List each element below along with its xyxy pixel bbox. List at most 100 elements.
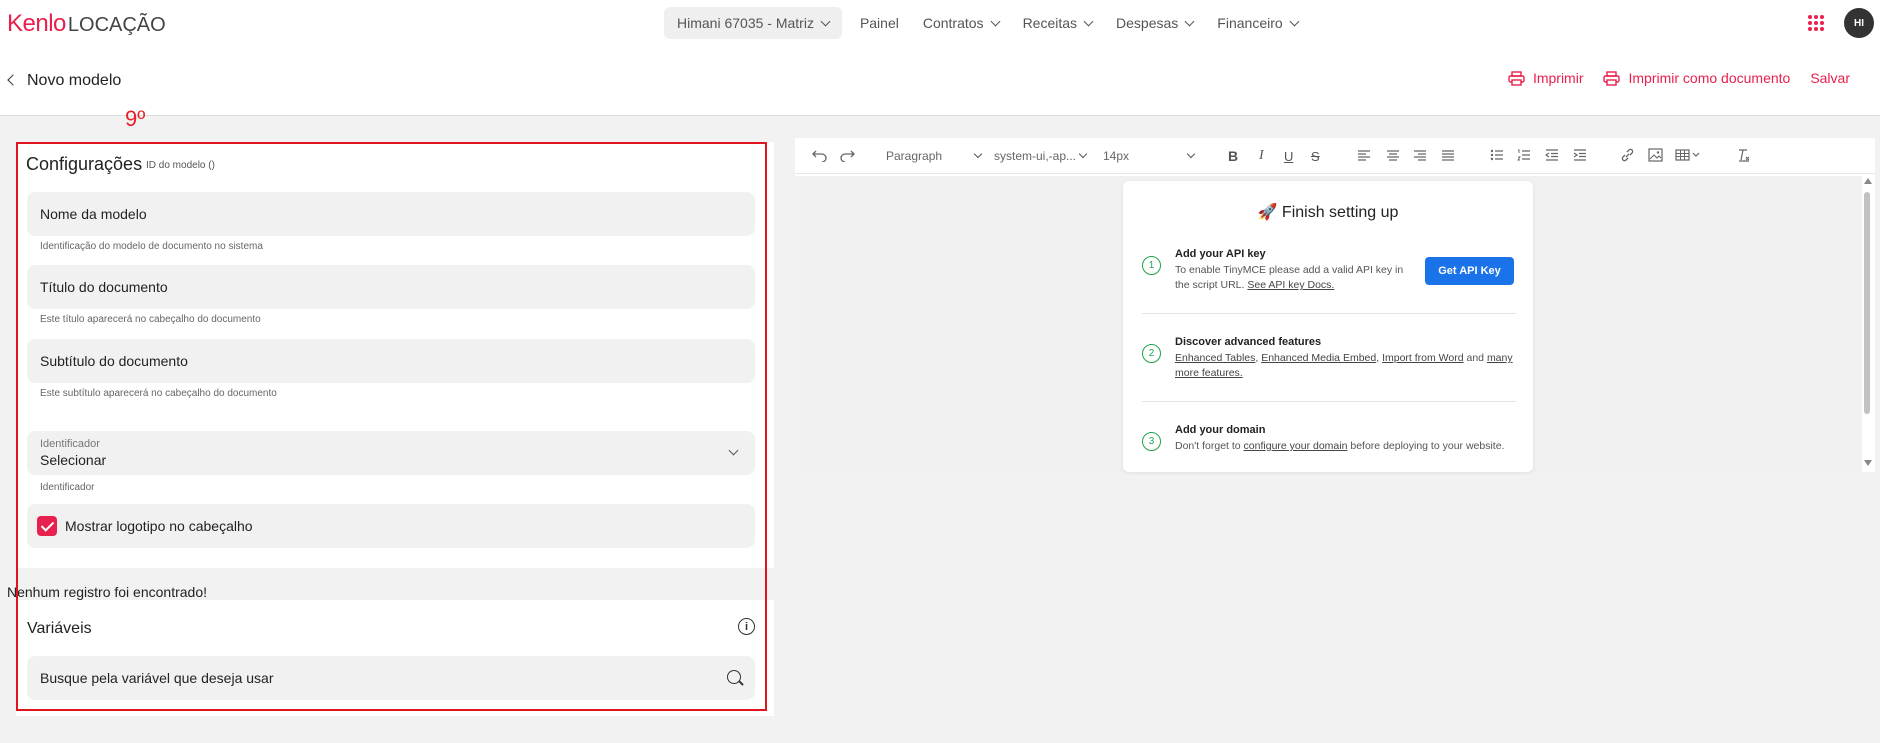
step-text: the script URL. bbox=[1175, 279, 1245, 291]
step-text: and bbox=[1466, 352, 1485, 364]
identifier-select[interactable]: Identificador Selecionar bbox=[27, 431, 755, 475]
align-right-icon[interactable] bbox=[1413, 149, 1427, 161]
bold-icon[interactable]: B bbox=[1228, 147, 1238, 165]
model-name-input[interactable]: Nome da modelo bbox=[27, 192, 755, 236]
font-family-select[interactable]: system-ui,-ap... bbox=[994, 147, 1088, 165]
chevron-down-icon bbox=[973, 149, 983, 159]
nav-item-despesas[interactable]: Despesas bbox=[1104, 7, 1205, 39]
enhanced-media-link[interactable]: Enhanced Media Embed bbox=[1261, 352, 1376, 364]
redo-icon[interactable] bbox=[839, 148, 855, 162]
indent-icon[interactable] bbox=[1573, 149, 1587, 161]
font-family-label: system-ui,-ap... bbox=[994, 149, 1077, 163]
step-text: To enable TinyMCE please add a valid API… bbox=[1175, 264, 1404, 276]
printer-icon bbox=[1508, 71, 1525, 86]
nav-item-contratos[interactable]: Contratos bbox=[911, 7, 1011, 39]
show-logo-checkbox[interactable] bbox=[37, 516, 57, 536]
chevron-down-icon bbox=[1083, 16, 1094, 26]
image-icon[interactable] bbox=[1648, 148, 1663, 162]
save-button[interactable]: Salvar bbox=[1810, 70, 1850, 86]
import-word-link[interactable]: Import from Word bbox=[1382, 352, 1464, 364]
font-size-select[interactable]: 14px bbox=[1103, 147, 1196, 165]
numbered-list-icon[interactable] bbox=[1517, 149, 1531, 161]
divider bbox=[1142, 401, 1516, 402]
more-features-link[interactable]: many bbox=[1487, 352, 1513, 364]
align-center-icon[interactable] bbox=[1386, 149, 1400, 161]
divider bbox=[1142, 313, 1516, 314]
document-subtitle-input[interactable]: Subtítulo do documento bbox=[27, 339, 755, 383]
print-label: Imprimir bbox=[1532, 70, 1584, 86]
nav-item-receitas[interactable]: Receitas bbox=[1011, 7, 1104, 39]
align-left-icon[interactable] bbox=[1357, 149, 1371, 161]
print-document-button[interactable]: Imprimir como documento bbox=[1603, 70, 1790, 86]
get-api-key-button[interactable]: Get API Key bbox=[1425, 257, 1514, 285]
underline-icon[interactable]: U bbox=[1284, 147, 1293, 165]
printer-icon bbox=[1603, 71, 1621, 86]
avatar[interactable]: HI bbox=[1844, 8, 1874, 38]
show-logo-label: Mostrar logotipo no cabeçalho bbox=[65, 518, 253, 534]
table-icon[interactable] bbox=[1675, 149, 1701, 161]
nav-item-painel[interactable]: Painel bbox=[848, 7, 911, 39]
scroll-up-icon[interactable] bbox=[1864, 178, 1872, 184]
step-title: Add your domain bbox=[1175, 424, 1266, 436]
block-format-label: Paragraph bbox=[886, 149, 943, 163]
nav-item-financeiro[interactable]: Financeiro bbox=[1205, 7, 1309, 39]
editor-scrollbar[interactable] bbox=[1862, 176, 1874, 472]
nav-label: Despesas bbox=[1116, 15, 1179, 31]
logo-brand: Kenlo bbox=[7, 10, 66, 37]
bullet-list-icon[interactable] bbox=[1490, 149, 1504, 161]
align-justify-icon[interactable] bbox=[1441, 149, 1455, 161]
setup-dialog: 🚀 Finish setting up 1 Add your API key T… bbox=[1123, 181, 1533, 472]
print-button[interactable]: Imprimir bbox=[1508, 70, 1584, 86]
outdent-icon[interactable] bbox=[1545, 149, 1559, 161]
strikethrough-icon[interactable]: S bbox=[1311, 147, 1320, 165]
info-icon[interactable]: i bbox=[738, 618, 755, 635]
chevron-down-icon bbox=[1289, 16, 1300, 26]
main-nav: Himani 67035 - Matriz Painel Contratos R… bbox=[664, 7, 1310, 39]
clear-formatting-icon[interactable] bbox=[1736, 148, 1750, 162]
nav-label: Painel bbox=[859, 15, 899, 31]
app-logo[interactable]: Kenlo LOCAÇÃO bbox=[7, 10, 166, 38]
page-actions: Imprimir Imprimir como documento Salvar bbox=[1508, 70, 1850, 86]
empty-message: Nenhum registro foi encontrado! bbox=[7, 584, 207, 600]
step-text: Don't forget to bbox=[1175, 440, 1241, 452]
api-docs-link[interactable]: See API key Docs. bbox=[1247, 279, 1334, 291]
identifier-value: Selecionar bbox=[40, 452, 107, 468]
search-icon[interactable] bbox=[727, 670, 741, 684]
show-logo-row: Mostrar logotipo no cabeçalho bbox=[27, 504, 755, 548]
scroll-thumb[interactable] bbox=[1864, 192, 1870, 414]
step-number: 3 bbox=[1142, 432, 1161, 451]
nav-label: Receitas bbox=[1022, 15, 1078, 31]
block-format-select[interactable]: Paragraph bbox=[886, 147, 983, 165]
step-number: 2 bbox=[1142, 344, 1161, 363]
setup-title: 🚀 Finish setting up bbox=[1257, 204, 1399, 221]
font-size-label: 14px bbox=[1103, 149, 1130, 163]
document-title-hint: Este título aparecerá no cabeçalho do do… bbox=[40, 314, 261, 325]
identifier-hint: Identificador bbox=[40, 482, 95, 493]
account-label: Himani 67035 - Matriz bbox=[677, 15, 814, 31]
chevron-down-icon bbox=[990, 16, 1001, 26]
account-selector[interactable]: Himani 67035 - Matriz bbox=[664, 7, 842, 39]
scroll-down-icon[interactable] bbox=[1864, 460, 1872, 466]
print-document-label: Imprimir como documento bbox=[1628, 70, 1791, 86]
identifier-label: Identificador bbox=[40, 438, 100, 450]
model-id: ID do modelo () bbox=[146, 160, 215, 171]
link-icon[interactable] bbox=[1620, 148, 1635, 162]
enhanced-tables-link[interactable]: Enhanced Tables bbox=[1175, 352, 1255, 364]
step-description: Don't forget to configure your domain be… bbox=[1175, 439, 1504, 454]
document-subtitle-hint: Este subtítulo aparecerá no cabeçalho do… bbox=[40, 388, 277, 399]
undo-icon[interactable] bbox=[812, 148, 828, 162]
configure-domain-link[interactable]: configure your domain bbox=[1244, 440, 1348, 452]
step-title: Discover advanced features bbox=[1175, 336, 1322, 348]
document-title-input[interactable]: Título do documento bbox=[27, 265, 755, 309]
step-description: Enhanced Tables, Enhanced Media Embed, I… bbox=[1175, 352, 1513, 379]
step-title: Add your API key bbox=[1175, 248, 1266, 260]
variable-search-input[interactable]: Busque pela variável que deseja usar bbox=[27, 656, 755, 700]
save-label: Salvar bbox=[1810, 70, 1850, 86]
chevron-down-icon bbox=[1186, 149, 1196, 159]
chevron-down-icon bbox=[1078, 149, 1088, 159]
more-features-link[interactable]: more features. bbox=[1175, 367, 1243, 379]
chevron-down-icon bbox=[820, 16, 831, 26]
italic-icon[interactable]: I bbox=[1259, 147, 1264, 165]
page-title: Novo modelo bbox=[27, 72, 122, 89]
apps-grid-icon[interactable] bbox=[1808, 15, 1824, 31]
